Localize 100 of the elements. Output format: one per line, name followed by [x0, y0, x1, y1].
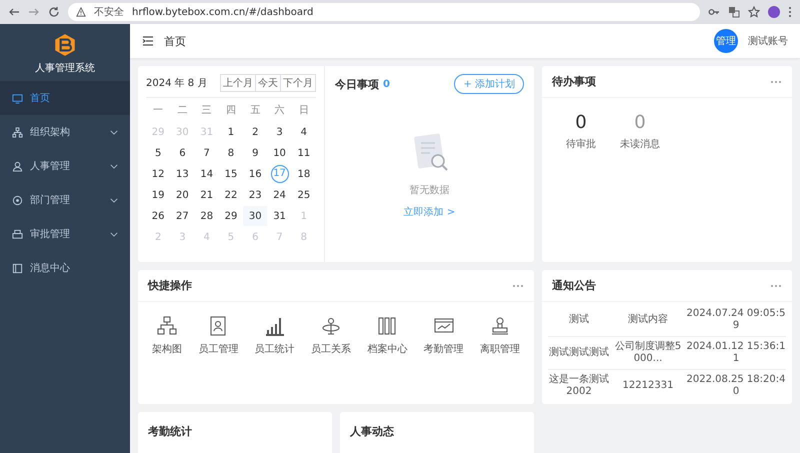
weekday-label: 五 — [249, 104, 262, 118]
key-icon[interactable] — [708, 6, 720, 18]
table-cell-text: 12212331 — [622, 380, 674, 392]
reload-icon[interactable] — [48, 6, 60, 18]
menu-item[interactable]: 人事管理 — [0, 149, 130, 183]
calendar-day[interactable]: 15 — [218, 164, 244, 184]
calendar-day[interactable]: 20 — [170, 185, 195, 205]
more-icon[interactable] — [770, 284, 782, 288]
table-cell: 公司制度调整5000... — [614, 341, 682, 365]
printer-icon — [12, 228, 23, 240]
calendar-day[interactable]: 26 — [146, 206, 170, 226]
quick-action[interactable]: 架构图 — [152, 316, 182, 356]
calendar-day[interactable]: 11 — [292, 143, 316, 163]
star-icon[interactable] — [748, 6, 760, 18]
calendar-day[interactable]: 3 — [267, 122, 292, 142]
quick-action[interactable]: 员工关系 — [310, 316, 351, 356]
quick-action[interactable]: 员工管理 — [198, 316, 238, 356]
calendar-day[interactable]: 22 — [218, 185, 244, 205]
id-card-icon — [208, 316, 228, 336]
calendar-day[interactable]: 23 — [243, 185, 268, 205]
calendar-day[interactable]: 14 — [194, 164, 219, 184]
stat-label: 未读消息 — [620, 138, 660, 151]
calendar-day[interactable]: 7 — [194, 143, 219, 163]
calendar-day[interactable]: 2 — [243, 122, 268, 142]
quick-action[interactable]: 档案中心 — [367, 316, 408, 356]
calendar-day[interactable]: 6 — [170, 143, 195, 163]
url-text: hrflow.bytebox.com.cn/#/dashboard — [132, 6, 314, 18]
calendar-nav-button[interactable]: 下个月 — [280, 74, 316, 92]
calendar-day[interactable]: 13 — [170, 164, 195, 184]
card-title: 通知公告 — [552, 278, 596, 293]
more-icon[interactable] — [788, 6, 792, 18]
hierarchy-icon — [12, 126, 23, 138]
calendar-day[interactable]: 27 — [170, 206, 195, 226]
calendar-day[interactable]: 30 — [243, 206, 268, 226]
monitor-icon — [12, 92, 23, 104]
chevron-down-icon — [110, 130, 118, 134]
back-icon[interactable] — [8, 6, 20, 18]
book-icon — [12, 262, 23, 274]
card-title: 考勤统计 — [148, 425, 192, 438]
calendar-day[interactable]: 25 — [292, 185, 316, 205]
card-title: 今日事项 — [335, 76, 379, 92]
security-label: 不安全 — [94, 6, 124, 19]
calendar-nav-button[interactable]: 今天 — [255, 74, 281, 92]
target-icon — [12, 194, 23, 206]
address-bar[interactable]: 不安全 hrflow.bytebox.com.cn/#/dashboard — [68, 3, 700, 21]
user-avatar[interactable]: 管理 — [714, 29, 738, 53]
calendar-day[interactable]: 24 — [267, 185, 292, 205]
calendar-day[interactable]: 12 — [146, 164, 170, 184]
app-name: 人事管理系统 — [35, 62, 95, 75]
weekday-label: 三 — [200, 104, 213, 118]
chevron-down-icon — [110, 198, 118, 202]
warning-icon — [76, 7, 86, 17]
profile-avatar[interactable] — [768, 6, 780, 18]
calendar-day[interactable]: 19 — [146, 185, 170, 205]
bar-chart-icon — [264, 316, 285, 336]
calendar-day[interactable]: 31 — [267, 206, 292, 226]
calendar-day[interactable]: 28 — [194, 206, 219, 226]
quick-action[interactable]: 考勤管理 — [424, 316, 464, 356]
table-cell-text: 测试内容 — [627, 314, 669, 326]
username[interactable]: 测试账号 — [748, 34, 788, 48]
hierarchy-icon — [157, 316, 178, 336]
calendar-day[interactable]: 1 — [218, 122, 244, 142]
menu-item[interactable]: 首页 — [0, 81, 130, 115]
more-icon[interactable] — [512, 284, 524, 288]
menu-item[interactable]: 组织架构 — [0, 115, 130, 149]
card-title: 人事动态 — [350, 425, 394, 438]
weekday-label: 一 — [152, 104, 164, 118]
calendar-day[interactable]: 18 — [292, 164, 316, 184]
stamp-icon — [490, 316, 510, 336]
quick-action[interactable]: 离职管理 — [480, 316, 520, 356]
person-icon — [12, 160, 23, 172]
menu-item[interactable]: 部门管理 — [0, 183, 130, 217]
stat-label: 待审批 — [566, 138, 596, 151]
menu-icon[interactable] — [142, 35, 154, 47]
stat-value: 0 — [575, 112, 587, 133]
calendar-nav-button[interactable]: 上个月 — [220, 74, 256, 92]
quick-action[interactable]: 员工统计 — [254, 316, 295, 356]
table-cell: 这是一条测试2002 — [548, 374, 610, 398]
calendar-day[interactable]: 5 — [146, 143, 170, 163]
table-cell-text: 测试 — [568, 314, 590, 326]
card-title: 待办事项 — [552, 74, 596, 89]
breadcrumb-title: 首页 — [164, 34, 186, 48]
calendar-day[interactable]: 29 — [218, 206, 244, 226]
calendar-day[interactable]: 16 — [243, 164, 268, 184]
calendar-day[interactable]: 10 — [267, 143, 292, 163]
weekday-label: 四 — [224, 104, 237, 118]
person-orbit-icon — [320, 316, 341, 336]
menu-item[interactable]: 审批管理 — [0, 217, 130, 251]
more-icon[interactable] — [770, 80, 782, 84]
weekday-label: 六 — [274, 104, 286, 118]
stat-value: 0 — [634, 112, 646, 133]
menu-item[interactable]: 消息中心 — [0, 251, 130, 285]
calendar-day[interactable]: 8 — [218, 143, 244, 163]
calendar-day[interactable]: 9 — [243, 143, 268, 163]
chevron-down-icon — [110, 164, 118, 168]
calendar-day[interactable]: 4 — [292, 122, 316, 142]
weekday-label: 二 — [176, 104, 188, 118]
weekday-label: 日 — [298, 104, 310, 118]
calendar-day[interactable]: 21 — [194, 185, 219, 205]
empty-message: 暂无数据 — [410, 184, 450, 197]
